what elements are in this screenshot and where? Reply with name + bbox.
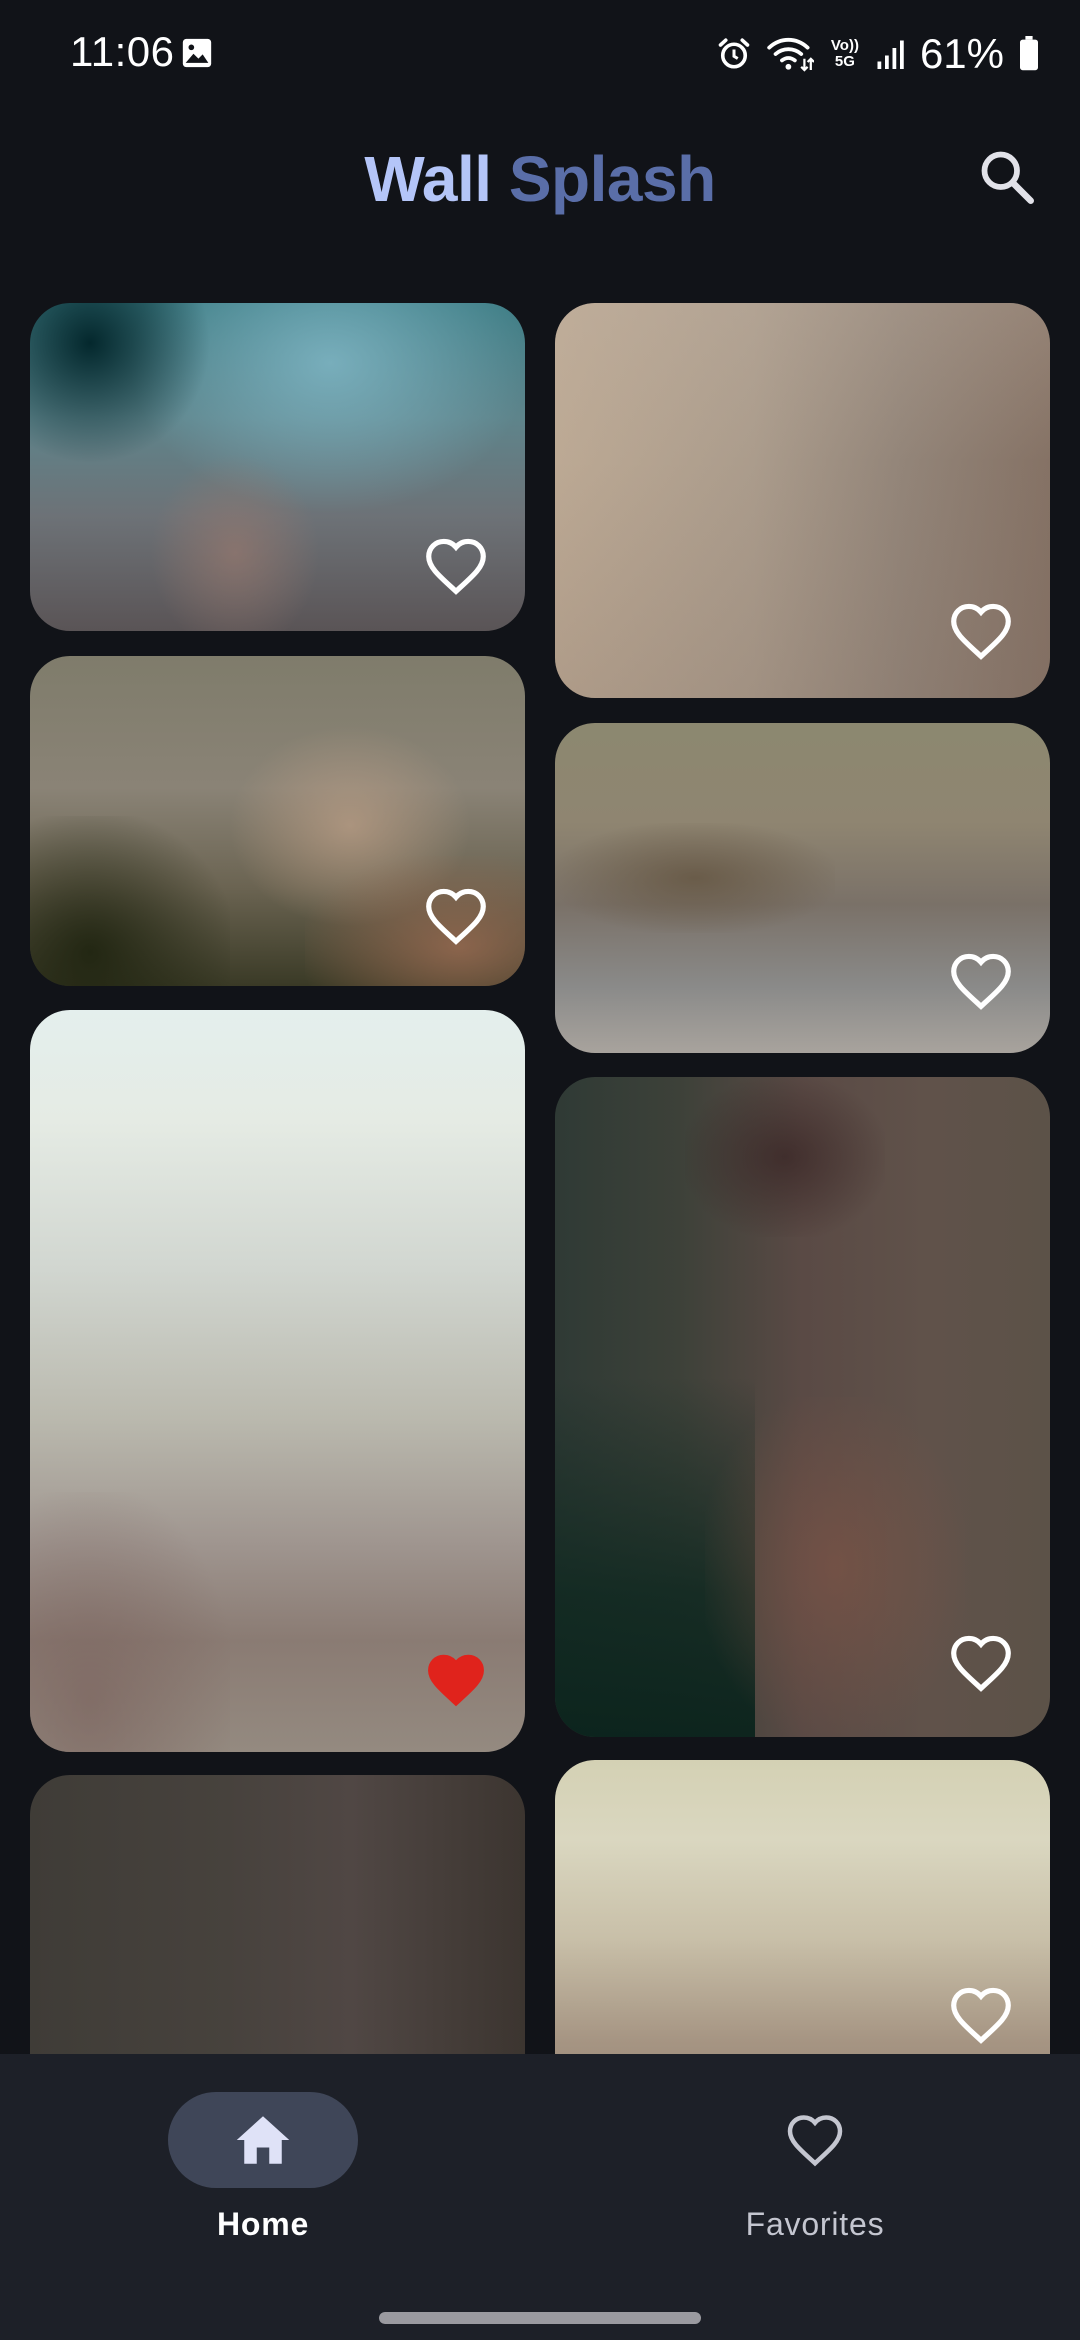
network-type-label: Vo)) 5G — [830, 37, 859, 70]
battery-percent: 61% — [919, 30, 1004, 77]
status-bar: 11:06 Vo)) 5G 61% — [0, 0, 1080, 108]
nav-label-favorites: Favorites — [745, 2206, 885, 2242]
nav-item-home[interactable]: Home — [113, 2092, 413, 2272]
nav-label-home: Home — [216, 2206, 310, 2242]
heart-outline-icon[interactable] — [785, 2111, 845, 2169]
gallery-notification-icon — [182, 38, 212, 68]
screen: 11:06 Vo)) 5G 61% Wall Splash Home Favor… — [0, 0, 1080, 2340]
gesture-navigation-bar[interactable] — [379, 2312, 701, 2324]
wallpaper-card[interactable] — [30, 1775, 525, 2054]
nav-item-favorites[interactable]: Favorites — [665, 2092, 965, 2272]
favorite-toggle-icon[interactable] — [423, 886, 489, 946]
favorite-filled-icon[interactable] — [423, 1650, 489, 1710]
app-title-part2: Splash — [508, 143, 716, 215]
wallpaper-grid[interactable] — [0, 0, 1080, 2054]
alarm-icon — [718, 38, 750, 69]
battery-icon — [1020, 36, 1038, 71]
wallpaper-card[interactable] — [30, 1010, 525, 1752]
favorite-toggle-icon[interactable] — [948, 601, 1014, 661]
wifi-icon — [767, 37, 814, 72]
app-title-part1: Wall — [364, 143, 492, 215]
search-icon[interactable] — [977, 147, 1037, 207]
app-title: Wall Splash — [0, 142, 1080, 216]
wallpaper-card[interactable] — [555, 1760, 1050, 2054]
wallpaper-card[interactable] — [555, 723, 1050, 1053]
wallpaper-card[interactable] — [555, 303, 1050, 698]
cell-signal-icon — [877, 40, 904, 69]
home-icon[interactable] — [233, 2112, 293, 2168]
status-time: 11:06 — [70, 28, 175, 75]
favorite-toggle-icon[interactable] — [948, 1985, 1014, 2045]
status-icons: Vo)) 5G 61% — [716, 26, 1040, 82]
bottom-navigation: Home Favorites — [0, 2054, 1080, 2340]
wallpaper-card[interactable] — [30, 656, 525, 986]
wallpaper-card[interactable] — [555, 1077, 1050, 1737]
search-button[interactable] — [972, 142, 1042, 212]
top-app-bar: Wall Splash — [0, 108, 1080, 248]
favorite-toggle-icon[interactable] — [948, 1633, 1014, 1693]
favorite-toggle-icon[interactable] — [423, 536, 489, 596]
wallpaper-card[interactable] — [30, 303, 525, 631]
favorite-toggle-icon[interactable] — [948, 951, 1014, 1011]
